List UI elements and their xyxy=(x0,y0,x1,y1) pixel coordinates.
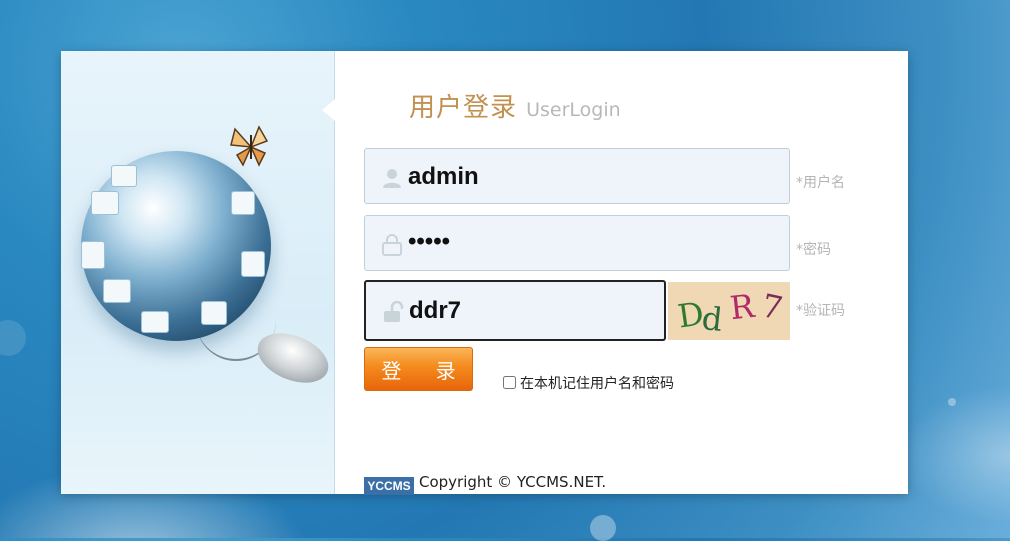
user-icon xyxy=(383,169,401,188)
login-button[interactable]: 登 录 xyxy=(364,347,473,391)
username-value: admin xyxy=(408,163,479,190)
captcha-hint: *验证码 xyxy=(796,303,845,319)
login-panel: 用户登录 UserLogin admin *用户名 ••••• *密码 ddr7… xyxy=(61,51,908,495)
username-field[interactable]: admin xyxy=(364,148,790,204)
unlock-icon xyxy=(384,301,404,322)
butterfly-image xyxy=(230,125,269,167)
copyright-text: Copyright © YCCMS.NET. xyxy=(419,473,607,491)
captcha-char: 7 xyxy=(758,286,787,328)
remember-me[interactable]: 在本机记住用户名和密码 xyxy=(503,373,674,393)
login-title-en: UserLogin xyxy=(526,99,621,121)
captcha-value: ddr7 xyxy=(409,297,462,324)
footer: YCCMS Copyright © YCCMS.NET. xyxy=(364,473,606,495)
captcha-char: R xyxy=(728,286,757,328)
captcha-char: d xyxy=(700,299,725,339)
background-bokeh xyxy=(590,515,616,541)
username-hint: *用户名 xyxy=(796,175,845,191)
yccms-logo: YCCMS xyxy=(364,477,414,495)
login-title-cn: 用户登录 xyxy=(409,93,518,123)
lock-icon xyxy=(382,234,402,256)
illustration-pane xyxy=(61,51,336,494)
password-value: ••••• xyxy=(408,228,451,255)
background-bokeh xyxy=(0,320,26,356)
password-field[interactable]: ••••• xyxy=(364,215,790,271)
captcha-image[interactable]: D d R 7 xyxy=(668,282,790,340)
background-cloud xyxy=(890,380,1010,530)
remember-label: 在本机记住用户名和密码 xyxy=(520,376,674,392)
password-hint: *密码 xyxy=(796,242,831,258)
puzzle-globe-image xyxy=(81,151,271,341)
captcha-field[interactable]: ddr7 xyxy=(364,280,666,341)
panel-notch xyxy=(322,99,335,121)
remember-checkbox[interactable] xyxy=(503,376,516,389)
login-title: 用户登录 UserLogin xyxy=(409,87,621,124)
